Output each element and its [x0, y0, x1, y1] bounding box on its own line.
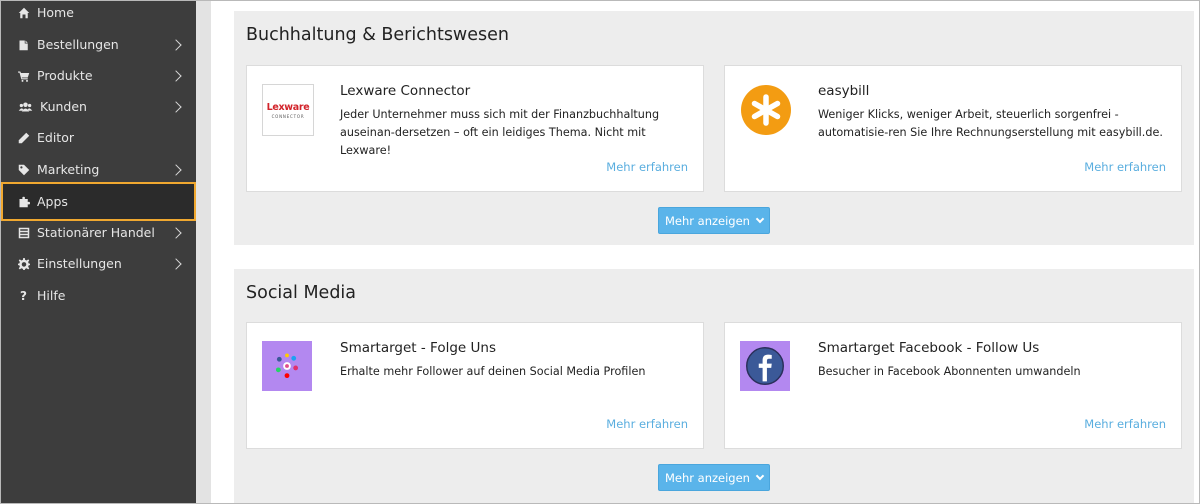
sidebar-item-bestellungen[interactable]: Bestellungen: [1, 29, 196, 60]
app-window: Home Bestellungen Produkte Kunden Editor…: [0, 0, 1200, 504]
show-more-button[interactable]: Mehr anzeigen: [658, 464, 770, 491]
sidebar-item-home[interactable]: Home: [1, 1, 196, 28]
sidebar-item-label: Hilfe: [37, 288, 66, 303]
tag-icon: [17, 163, 30, 176]
sidebar-item-label: Marketing: [37, 162, 100, 177]
sidebar-item-label: Einstellungen: [37, 256, 122, 271]
chevron-right-icon: [170, 100, 182, 113]
section-title: Buchhaltung & Berichtswesen: [246, 25, 509, 45]
cart-icon: [17, 69, 30, 82]
card-title: easybill: [818, 83, 870, 99]
lexware-logo: Lexware CONNECTOR: [262, 84, 314, 136]
chevron-right-icon: [170, 163, 182, 176]
show-more-button[interactable]: Mehr anzeigen: [658, 207, 770, 234]
app-card-smartarget-facebook[interactable]: Smartarget Facebook - Follow Us Besucher…: [724, 322, 1182, 449]
main-content: Buchhaltung & Berichtswesen Lexware CONN…: [211, 1, 1199, 503]
sidebar-item-label: Kunden: [40, 99, 87, 114]
sidebar-item-label: Produkte: [37, 68, 93, 83]
puzzle-icon: [17, 195, 30, 208]
more-info-link[interactable]: Mehr erfahren: [606, 417, 688, 431]
orders-icon: [17, 38, 30, 51]
sidebar-item-label: Home: [37, 5, 74, 20]
chevron-right-icon: [170, 226, 182, 239]
app-card-smartarget-folge-uns[interactable]: Smartarget - Folge Uns Erhalte mehr Foll…: [246, 322, 704, 449]
chevron-down-icon: [755, 471, 765, 480]
home-icon: [17, 6, 30, 19]
sidebar-item-einstellungen[interactable]: Einstellungen: [1, 248, 196, 279]
sidebar: Home Bestellungen Produkte Kunden Editor…: [1, 1, 196, 503]
card-title: Smartarget - Folge Uns: [340, 340, 496, 356]
sidebar-item-apps[interactable]: Apps: [1, 182, 196, 221]
card-description: Besucher in Facebook Abonnenten umwandel…: [818, 365, 1081, 378]
chevron-right-icon: [170, 38, 182, 51]
chevron-right-icon: [170, 69, 182, 82]
sidebar-item-label: Stationärer Handel: [37, 225, 155, 240]
users-icon: [17, 100, 33, 113]
sidebar-item-hilfe[interactable]: ? Hilfe: [1, 280, 196, 311]
sidebar-item-produkte[interactable]: Produkte: [1, 60, 196, 91]
more-info-link[interactable]: Mehr erfahren: [606, 160, 688, 174]
smartarget-logo: [262, 341, 314, 393]
card-description: Jeder Unternehmer muss sich mit der Fina…: [340, 108, 660, 157]
sidebar-item-label: Apps: [37, 194, 68, 209]
sidebar-item-marketing[interactable]: Marketing: [1, 154, 196, 185]
easybill-logo: [740, 84, 792, 136]
sidebar-item-label: Editor: [37, 130, 74, 145]
sidebar-divider: [196, 1, 211, 503]
sidebar-item-label: Bestellungen: [37, 37, 119, 52]
store-icon: [17, 226, 30, 239]
question-icon: ?: [20, 288, 27, 303]
gear-icon: [17, 257, 30, 270]
sidebar-item-stationaerer-handel[interactable]: Stationärer Handel: [1, 217, 196, 248]
card-description: Weniger Klicks, weniger Arbeit, steuerli…: [818, 108, 1163, 139]
card-title: Smartarget Facebook - Follow Us: [818, 340, 1040, 356]
sidebar-item-editor[interactable]: Editor: [1, 122, 196, 153]
app-card-lexware[interactable]: Lexware CONNECTOR Lexware Connector Jede…: [246, 65, 704, 192]
chevron-down-icon: [755, 214, 765, 223]
facebook-logo: [740, 341, 792, 393]
pencil-icon: [17, 131, 30, 144]
sidebar-item-kunden[interactable]: Kunden: [1, 91, 196, 122]
chevron-right-icon: [170, 257, 182, 270]
more-info-link[interactable]: Mehr erfahren: [1084, 417, 1166, 431]
section-social-media: Social Media Smartarget - Folge Uns Erha…: [234, 269, 1194, 503]
more-info-link[interactable]: Mehr erfahren: [1084, 160, 1166, 174]
app-card-easybill[interactable]: easybill Weniger Klicks, weniger Arbeit,…: [724, 65, 1182, 192]
section-title: Social Media: [246, 283, 357, 303]
card-description: Erhalte mehr Follower auf deinen Social …: [340, 365, 646, 378]
card-title: Lexware Connector: [340, 83, 471, 99]
section-buchhaltung: Buchhaltung & Berichtswesen Lexware CONN…: [234, 11, 1194, 245]
